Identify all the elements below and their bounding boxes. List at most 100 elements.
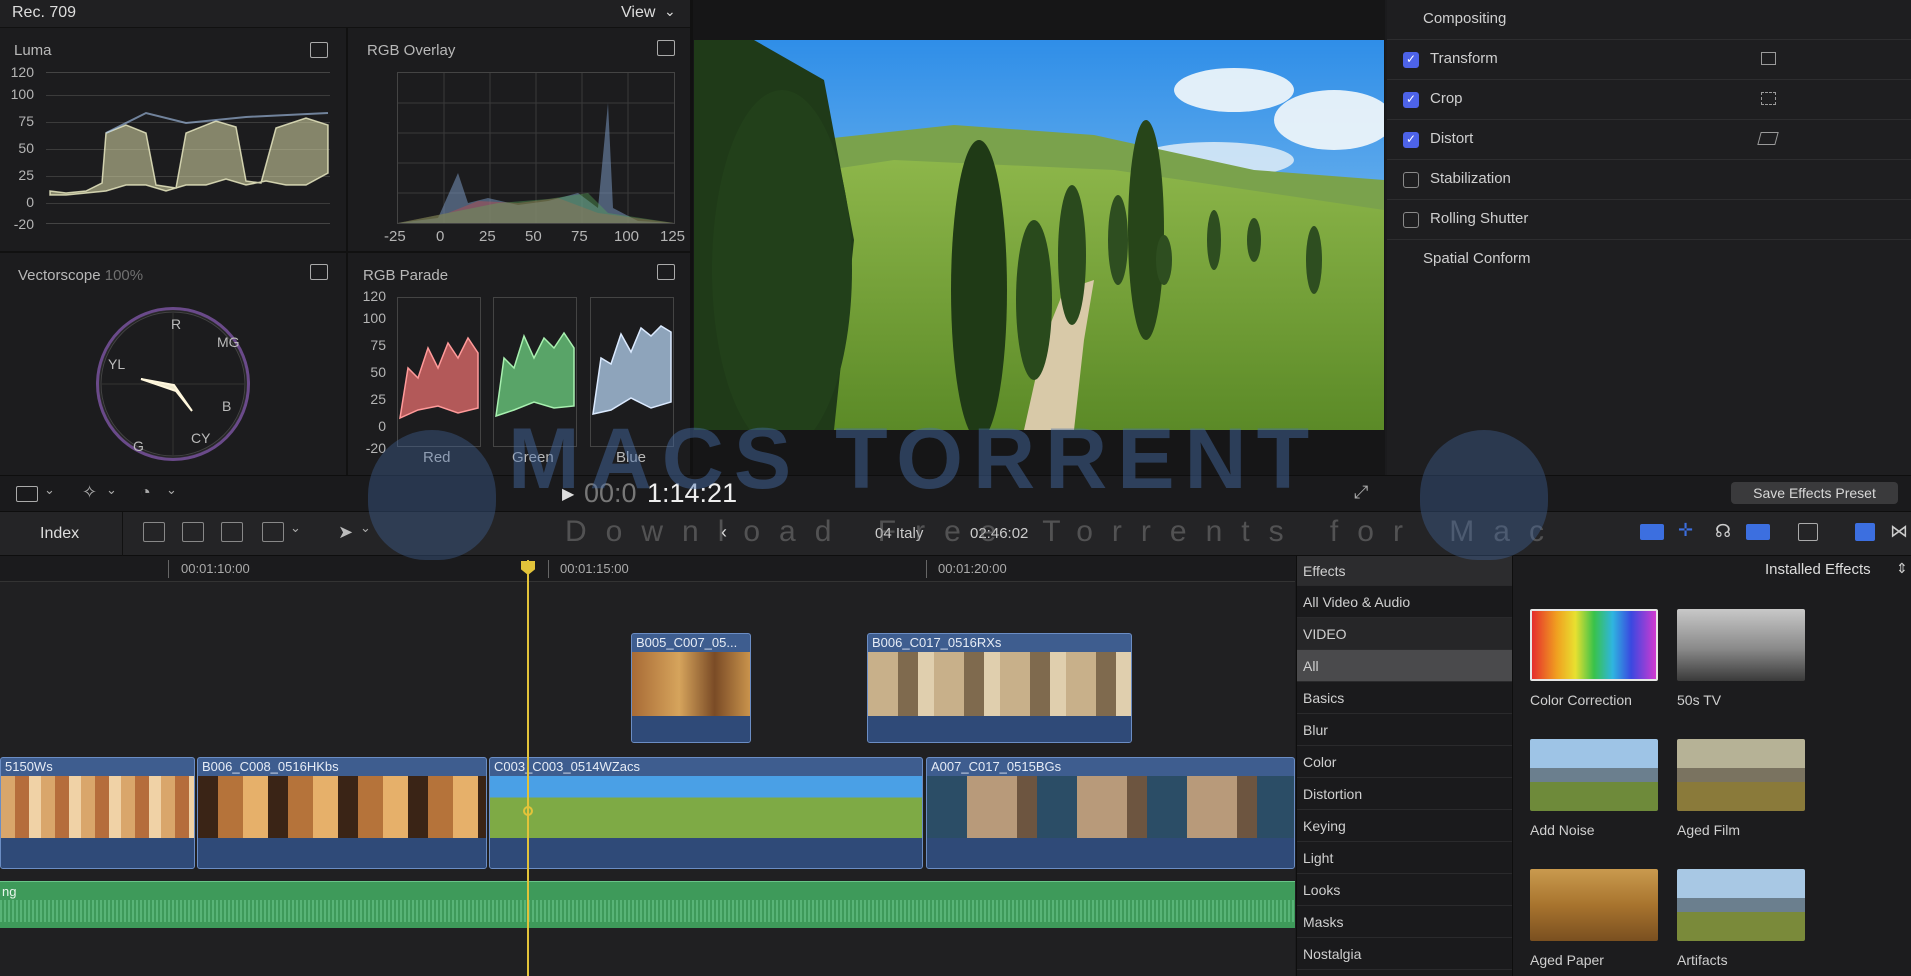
tick-label: 75 — [571, 228, 588, 245]
ruler-tick — [168, 560, 169, 578]
inspector-label: Compositing — [1423, 10, 1507, 27]
transitions-browser-icon[interactable]: ⋈ — [1890, 521, 1908, 542]
installed-effects-menu[interactable]: Installed Effects — [1765, 561, 1871, 578]
fx-category-light[interactable]: Light — [1297, 842, 1512, 874]
vector-target-label: MG — [217, 334, 240, 350]
fx-category-distortion[interactable]: Distortion — [1297, 778, 1512, 810]
layout-icon[interactable] — [16, 486, 38, 502]
artifacts-thumbnail[interactable] — [1677, 869, 1805, 941]
inspector-label: Spatial Conform — [1423, 250, 1531, 267]
inspector-section-distort[interactable]: Distort — [1387, 120, 1911, 160]
chevron-down-icon[interactable]: ⌄ — [664, 3, 676, 20]
index-button[interactable]: Index — [40, 525, 79, 543]
chevron-down-icon[interactable]: ⌄ — [290, 520, 301, 536]
fx-category-masks[interactable]: Masks — [1297, 906, 1512, 938]
clip-appearance-icon[interactable] — [1798, 523, 1818, 541]
timeline-ruler[interactable]: 00:01:10:00 00:01:15:00 00:01:20:00 — [0, 556, 1295, 582]
50s-tv-thumbnail[interactable] — [1677, 609, 1805, 681]
scope-settings-icon[interactable] — [310, 264, 328, 280]
rolling-shutter-checkbox[interactable] — [1403, 212, 1419, 228]
audio-clip[interactable]: ng — [0, 881, 1295, 928]
apple-logo-watermark — [1420, 430, 1548, 560]
tick-label: 125 — [660, 228, 686, 245]
chevron-updown-icon[interactable]: ⇕ — [1896, 560, 1908, 577]
clip-audio-waveform — [632, 716, 750, 742]
add-noise-thumbnail[interactable] — [1530, 739, 1658, 811]
connect-clip-icon[interactable] — [143, 522, 165, 542]
fx-section-video: VIDEO — [1297, 618, 1512, 650]
enhance-wand-icon[interactable]: ✧ — [82, 482, 97, 503]
connected-clip[interactable]: B005_C007_05... — [631, 633, 751, 743]
crop-checkbox[interactable] — [1403, 92, 1419, 108]
watermark-subtitle: Download Free Torrents for Mac — [565, 515, 1563, 548]
fx-category-keying[interactable]: Keying — [1297, 810, 1512, 842]
fx-category-blur[interactable]: Blur — [1297, 714, 1512, 746]
fx-category-looks[interactable]: Looks — [1297, 874, 1512, 906]
insert-clip-icon[interactable] — [182, 522, 204, 542]
vector-target-label: YL — [108, 356, 126, 372]
parade-red — [397, 297, 481, 447]
aged-film-thumbnail[interactable] — [1677, 739, 1805, 811]
chevron-down-icon[interactable]: ⌄ — [360, 520, 371, 536]
chevron-down-icon[interactable]: ⌄ — [44, 482, 55, 498]
append-clip-icon[interactable] — [221, 522, 243, 542]
fx-category-basics[interactable]: Basics — [1297, 682, 1512, 714]
scope-settings-icon[interactable] — [657, 264, 675, 280]
speed-gauge-icon[interactable]: ◔ — [140, 482, 151, 503]
color-correction-thumbnail[interactable] — [1530, 609, 1658, 681]
clip-name: B006_C008_0516HKbs — [202, 759, 339, 774]
scopes-header: Rec. 709 View ⌄ — [0, 0, 690, 28]
clip-name: C003_C003_0514WZacs — [494, 759, 640, 774]
playhead[interactable] — [527, 560, 529, 976]
fullscreen-icon[interactable]: ⤢ — [1354, 482, 1368, 503]
distort-onscreen-icon[interactable] — [1757, 132, 1779, 145]
save-effects-preset-button[interactable]: Save Effects Preset — [1731, 482, 1898, 504]
connected-clip[interactable]: B006_C017_0516RXs — [867, 633, 1132, 743]
viewer-video-frame[interactable] — [694, 40, 1384, 430]
transform-checkbox[interactable] — [1403, 52, 1419, 68]
crop-onscreen-icon[interactable] — [1761, 92, 1776, 105]
headphones-icon[interactable]: ☊ — [1715, 521, 1731, 542]
fx-category-all[interactable]: All — [1297, 650, 1512, 682]
tick-label: -20 — [13, 216, 34, 232]
snapping-icon[interactable] — [1746, 524, 1770, 540]
stabilization-checkbox[interactable] — [1403, 172, 1419, 188]
primary-clip[interactable]: A007_C017_0515BGs — [926, 757, 1295, 869]
tick-label: 0 — [26, 194, 34, 210]
fx-category-color[interactable]: Color — [1297, 746, 1512, 778]
primary-clip[interactable]: B006_C008_0516HKbs — [197, 757, 487, 869]
scope-settings-icon[interactable] — [657, 40, 675, 56]
select-tool-icon[interactable]: ➤ — [338, 522, 353, 543]
primary-clip[interactable]: C003_C003_0514WZacs — [489, 757, 923, 869]
inspector-section-compositing[interactable]: Compositing — [1387, 0, 1911, 40]
distort-checkbox[interactable] — [1403, 132, 1419, 148]
inspector-section-spatial-conform[interactable]: Spatial Conform — [1387, 240, 1911, 280]
inspector-section-transform[interactable]: Transform — [1387, 40, 1911, 80]
tick-label: 100 — [362, 310, 386, 326]
overwrite-clip-icon[interactable] — [262, 522, 284, 542]
inspector-section-stabilization[interactable]: Stabilization — [1387, 160, 1911, 200]
primary-clip[interactable]: 5150Ws — [0, 757, 195, 869]
vectorscope-circle: R MG YL B G CY — [96, 307, 250, 461]
effects-header: Effects — [1297, 556, 1512, 586]
aged-paper-thumbnail[interactable] — [1530, 869, 1658, 941]
tick-label: 0 — [378, 418, 386, 434]
fx-category-nostalgia[interactable]: Nostalgia — [1297, 938, 1512, 970]
inspector-section-rolling-shutter[interactable]: Rolling Shutter — [1387, 200, 1911, 240]
transform-onscreen-icon[interactable] — [1761, 52, 1776, 65]
inspector-section-crop[interactable]: Crop — [1387, 80, 1911, 120]
tick-label: 120 — [362, 288, 386, 304]
ruler-timecode: 00:01:15:00 — [560, 561, 629, 576]
fx-category-all-video-audio[interactable]: All Video & Audio — [1297, 586, 1512, 618]
skimming-icon[interactable] — [1640, 524, 1664, 540]
view-menu[interactable]: View — [621, 4, 655, 22]
effects-browser-icon[interactable] — [1855, 523, 1875, 541]
audio-skimming-icon[interactable]: ✛ — [1678, 520, 1693, 541]
vector-target-label: CY — [191, 430, 211, 446]
rgb-overlay-title: RGB Overlay — [367, 42, 456, 59]
chevron-down-icon[interactable]: ⌄ — [106, 482, 117, 498]
scope-divider — [0, 251, 690, 253]
chevron-down-icon[interactable]: ⌄ — [166, 482, 177, 498]
luma-waveform — [46, 72, 330, 224]
scope-settings-icon[interactable] — [310, 42, 328, 58]
